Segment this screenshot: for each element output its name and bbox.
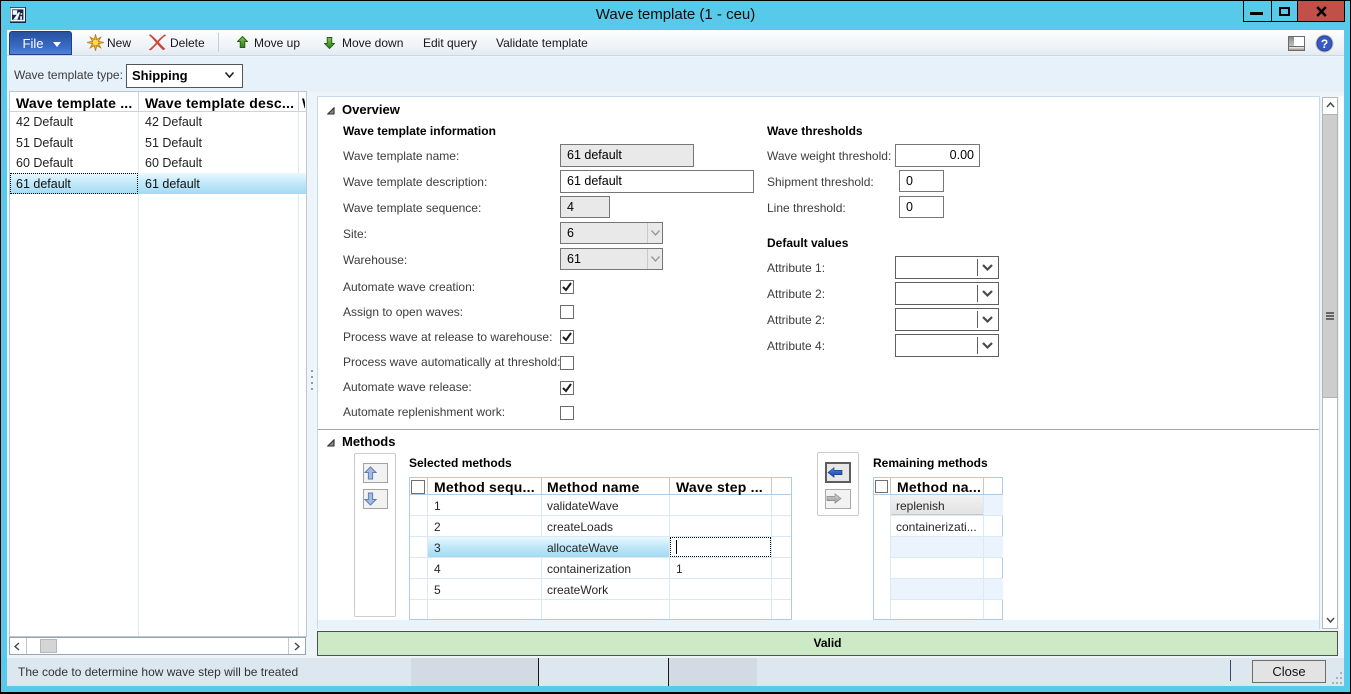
svg-text:?: ? <box>1321 37 1328 51</box>
